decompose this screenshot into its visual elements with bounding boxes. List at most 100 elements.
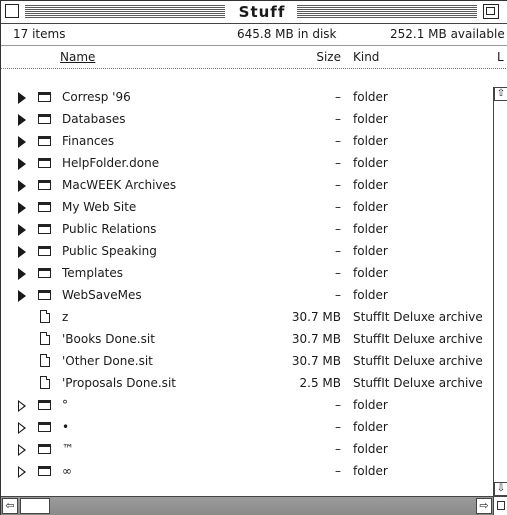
list-item[interactable]: ∞ – folder [1, 461, 493, 483]
document-icon[interactable] [40, 310, 50, 323]
item-name[interactable]: Public Speaking [62, 244, 157, 258]
list-item[interactable]: Finances – folder [1, 131, 493, 153]
disclosure-triangle-icon[interactable] [18, 400, 26, 412]
item-name[interactable]: z [62, 310, 68, 324]
item-name[interactable]: Public Relations [62, 222, 156, 236]
folder-icon[interactable] [38, 422, 51, 432]
disk-usage: 645.8 MB in disk [237, 27, 337, 41]
arrow-left-icon[interactable]: ⇦ [2, 498, 18, 514]
column-header-size[interactable]: Size [306, 50, 341, 64]
list-item[interactable]: MacWEEK Archives – folder [1, 175, 493, 197]
folder-icon[interactable] [38, 114, 51, 124]
item-kind: StuffIt Deluxe archive [353, 354, 483, 368]
close-box-icon[interactable] [5, 4, 19, 18]
folder-icon[interactable] [38, 246, 51, 256]
list-item[interactable]: WebSaveMes – folder [1, 285, 493, 307]
item-size: 30.7 MB [291, 310, 341, 324]
disclosure-triangle-icon[interactable] [18, 466, 26, 478]
list-item[interactable]: 'Other Done.sit 30.7 MB StuffIt Deluxe arc… [1, 351, 493, 373]
item-size: – [335, 178, 341, 192]
folder-icon[interactable] [38, 268, 51, 278]
item-name[interactable]: Corresp '96 [62, 90, 131, 104]
item-size: – [335, 134, 341, 148]
list-item[interactable]: 'Proposals Done.sit 2.5 MB StuffIt Deluxe … [1, 373, 493, 395]
item-kind: folder [353, 398, 388, 412]
list-item[interactable]: z 30.7 MB StuffIt Deluxe archive [1, 307, 493, 329]
folder-icon[interactable] [38, 290, 51, 300]
disclosure-triangle-icon[interactable] [18, 92, 26, 104]
item-name[interactable]: 'Proposals Done.sit [62, 376, 176, 390]
item-kind: folder [353, 442, 388, 456]
horizontal-scrollbar[interactable]: ⇦ ⇨ [1, 496, 493, 515]
list-item[interactable]: My Web Site – folder [1, 197, 493, 219]
column-headers: Name Size Kind L [1, 46, 507, 69]
column-header-name[interactable]: Name [60, 50, 95, 64]
item-kind: folder [353, 200, 388, 214]
disclosure-triangle-icon[interactable] [18, 444, 26, 456]
item-name[interactable]: My Web Site [62, 200, 136, 214]
arrow-right-icon[interactable]: ⇨ [476, 498, 492, 514]
item-name[interactable]: Databases [62, 112, 126, 126]
folder-icon[interactable] [38, 202, 51, 212]
arrow-up-icon[interactable]: ⇧ [494, 87, 507, 101]
item-kind: folder [353, 288, 388, 302]
document-icon[interactable] [40, 376, 50, 389]
items-count: 17 items [13, 27, 66, 41]
item-kind: StuffIt Deluxe archive [353, 310, 483, 324]
grow-box-icon[interactable] [493, 496, 507, 515]
list-item[interactable]: • – folder [1, 417, 493, 439]
column-header-label[interactable]: L [497, 50, 504, 64]
zoom-box-icon[interactable] [483, 4, 499, 19]
disclosure-triangle-icon[interactable] [18, 422, 26, 434]
item-name[interactable]: ∞ [62, 464, 72, 478]
document-icon[interactable] [40, 332, 50, 345]
list-item[interactable]: Corresp '96 – folder [1, 87, 493, 109]
disclosure-triangle-icon[interactable] [18, 290, 26, 302]
item-name[interactable]: WebSaveMes [62, 288, 142, 302]
folder-icon[interactable] [38, 92, 51, 102]
disclosure-triangle-icon[interactable] [18, 114, 26, 126]
arrow-down-icon[interactable]: ⇩ [494, 482, 507, 496]
folder-icon[interactable] [38, 158, 51, 168]
item-name[interactable]: 'Books Done.sit [62, 332, 155, 346]
list-item[interactable]: ™ – folder [1, 439, 493, 461]
folder-icon[interactable] [38, 136, 51, 146]
disclosure-triangle-icon[interactable] [18, 158, 26, 170]
list-item[interactable]: ° – folder [1, 395, 493, 417]
disclosure-triangle-icon[interactable] [18, 246, 26, 258]
vertical-scrollbar[interactable]: ⇧ ⇩ [493, 87, 507, 496]
folder-icon[interactable] [38, 224, 51, 234]
item-name[interactable]: Finances [62, 134, 114, 148]
item-size: – [335, 244, 341, 258]
list-item[interactable]: Public Speaking – folder [1, 241, 493, 263]
item-name[interactable]: • [62, 420, 69, 434]
item-size: – [335, 90, 341, 104]
item-name[interactable]: HelpFolder.done [62, 156, 159, 170]
item-name[interactable]: 'Other Done.sit [62, 354, 153, 368]
list-item[interactable]: HelpFolder.done – folder [1, 153, 493, 175]
disclosure-triangle-icon[interactable] [18, 202, 26, 214]
item-name[interactable]: MacWEEK Archives [62, 178, 176, 192]
item-name[interactable]: Templates [62, 266, 123, 280]
disclosure-triangle-icon[interactable] [18, 136, 26, 148]
list-item[interactable]: Templates – folder [1, 263, 493, 285]
folder-icon[interactable] [38, 180, 51, 190]
disclosure-triangle-icon[interactable] [18, 268, 26, 280]
folder-icon[interactable] [38, 400, 51, 410]
list-item[interactable]: Public Relations – folder [1, 219, 493, 241]
item-kind: folder [353, 156, 388, 170]
list-item[interactable]: 'Books Done.sit 30.7 MB StuffIt Deluxe arc… [1, 329, 493, 351]
disclosure-triangle-icon[interactable] [18, 224, 26, 236]
item-kind: folder [353, 90, 388, 104]
folder-icon[interactable] [38, 466, 51, 476]
item-kind: folder [353, 464, 388, 478]
scroll-thumb[interactable] [20, 498, 50, 514]
title-bar[interactable]: Stuff [1, 1, 507, 24]
disclosure-triangle-icon[interactable] [18, 180, 26, 192]
folder-icon[interactable] [38, 444, 51, 454]
document-icon[interactable] [40, 354, 50, 367]
list-item[interactable]: Databases – folder [1, 109, 493, 131]
item-name[interactable]: ° [62, 398, 68, 412]
column-header-kind[interactable]: Kind [353, 50, 379, 64]
item-name[interactable]: ™ [62, 442, 74, 456]
